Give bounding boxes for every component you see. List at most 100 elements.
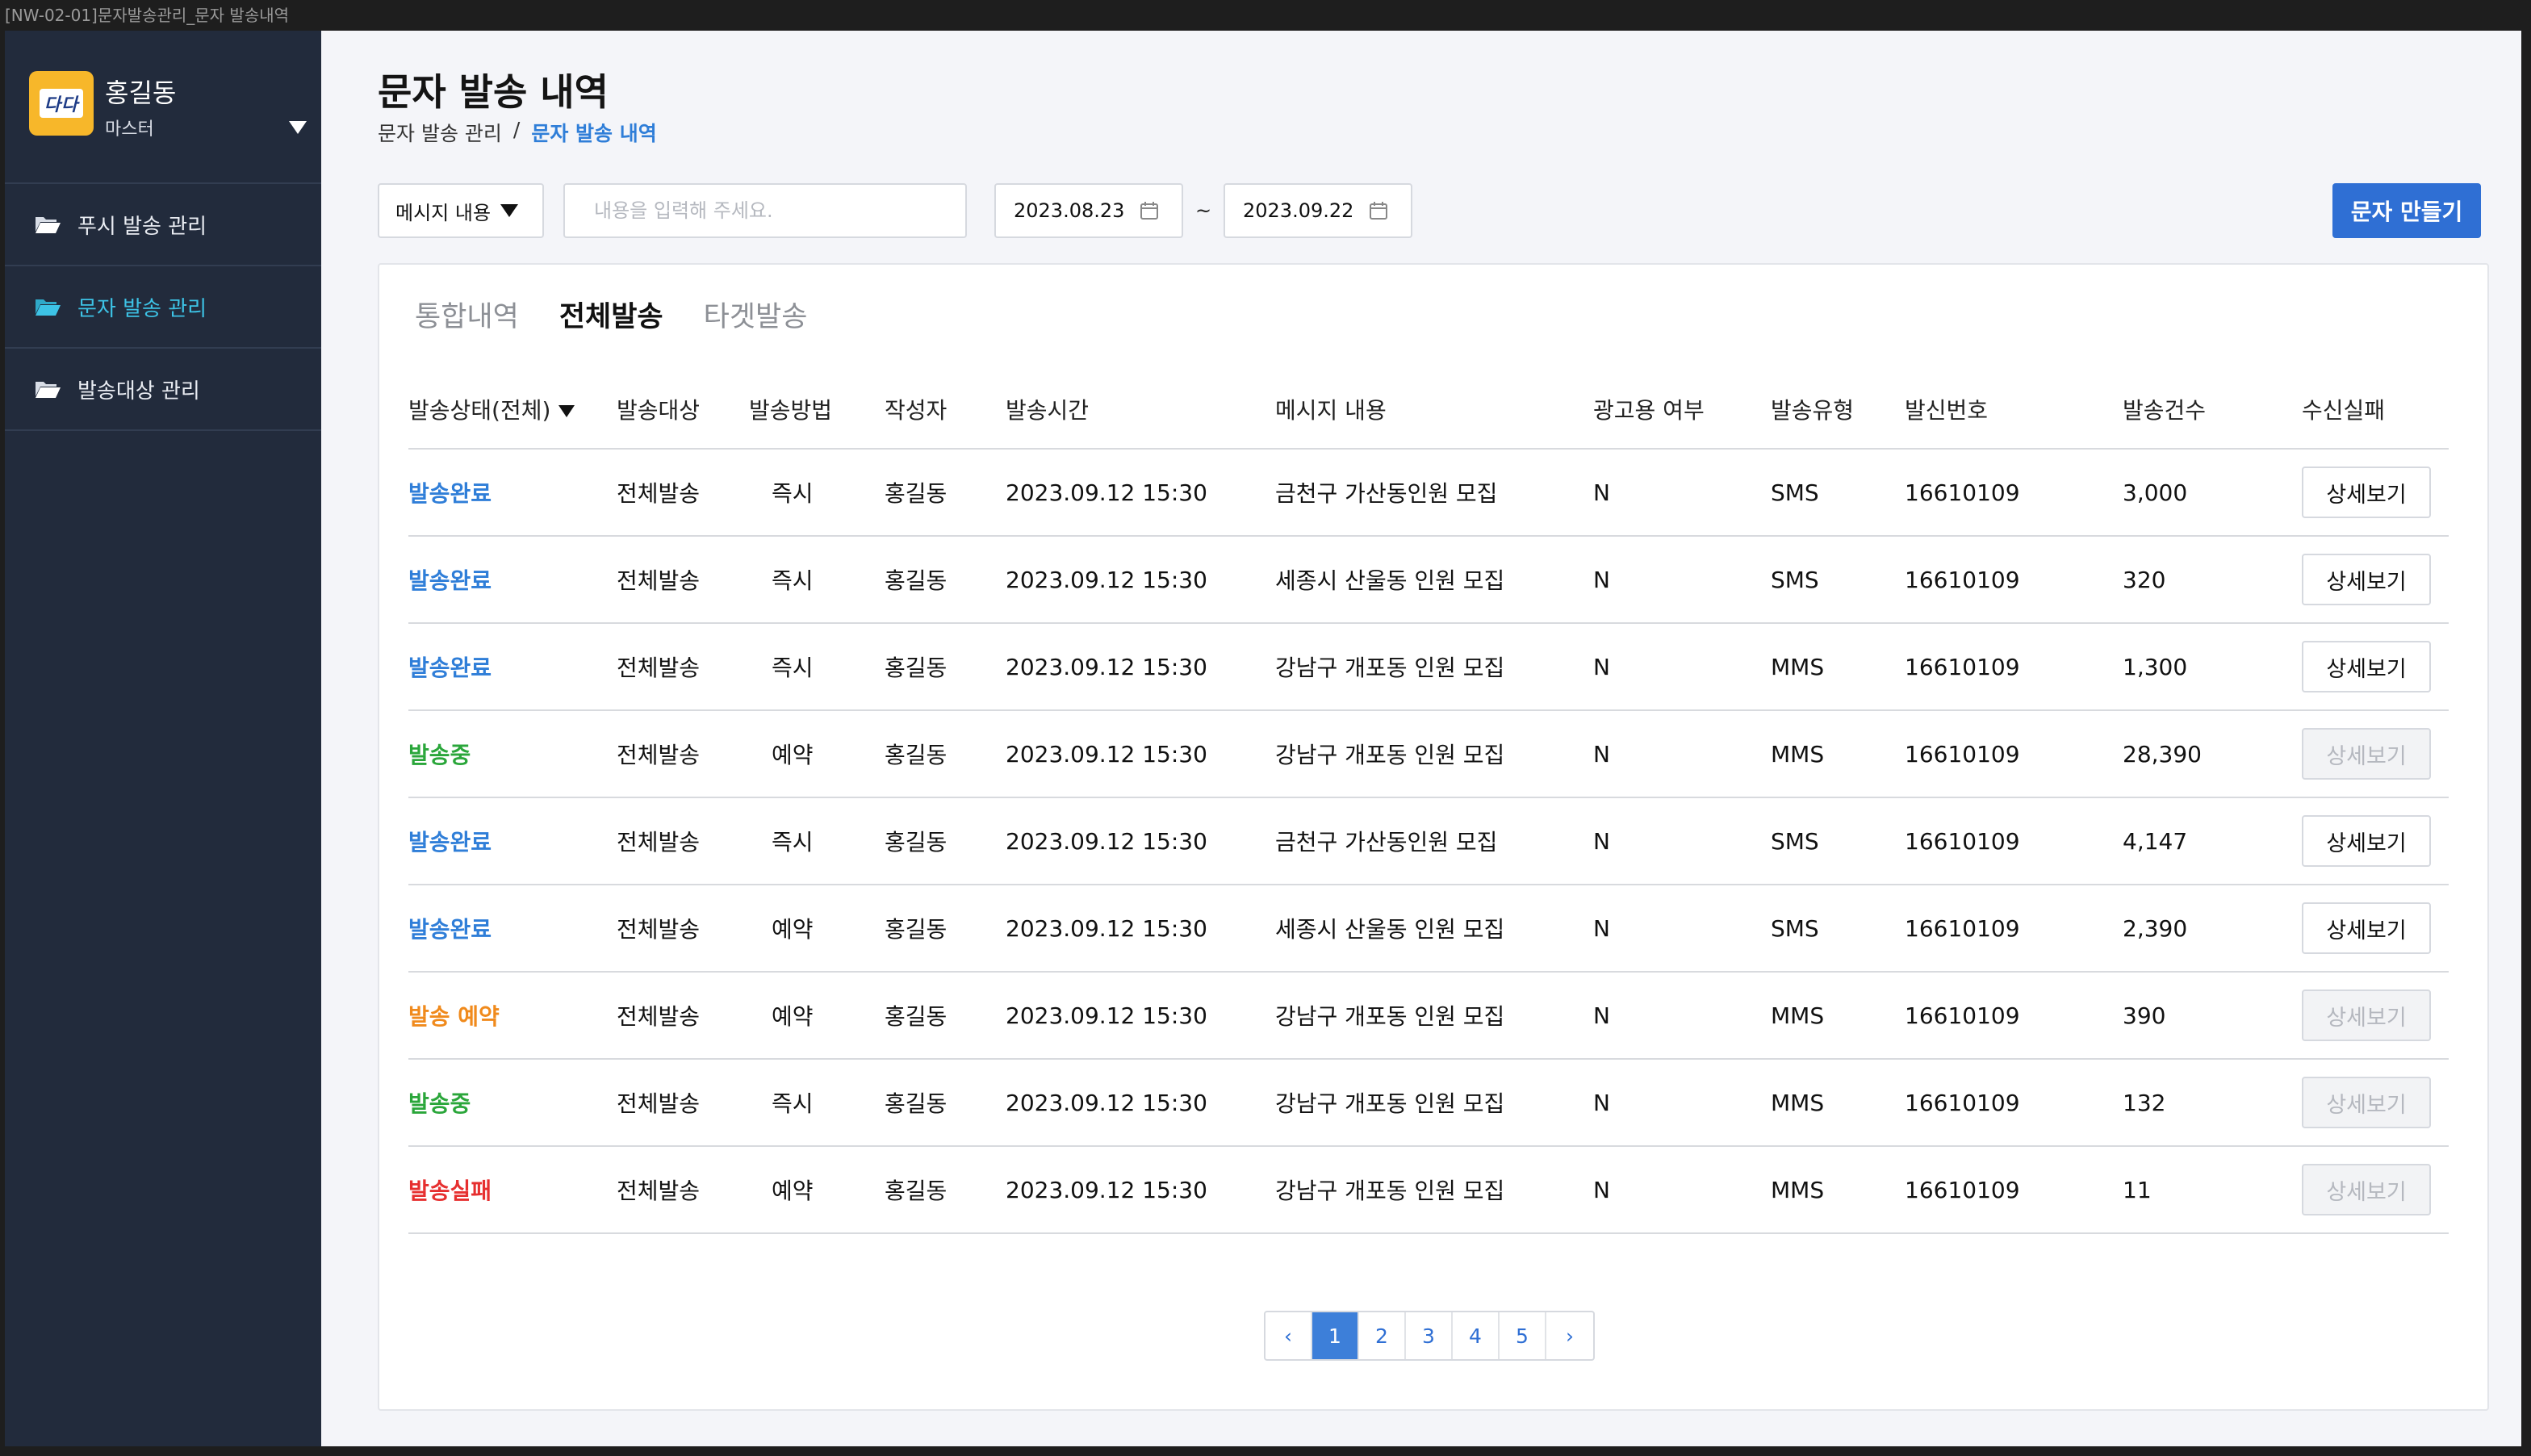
cell-message: 강남구 개포동 인원 모집 [1275, 1059, 1593, 1147]
folder-icon [36, 217, 61, 233]
cell-time: 2023.09.12 15:30 [1006, 449, 1275, 537]
header-message: 메시지 내용 [1275, 370, 1593, 450]
header-sender: 발신번호 [1905, 370, 2123, 450]
detail-button[interactable]: 상세보기 [2302, 467, 2431, 518]
cell-time: 2023.09.12 15:30 [1006, 710, 1275, 798]
detail-button: 상세보기 [2302, 1164, 2431, 1215]
header-method: 발송방법 [749, 370, 885, 450]
search-input[interactable] [563, 183, 967, 238]
select-label: 메시지 내용 [395, 201, 492, 224]
cell-ad: N [1593, 623, 1771, 711]
cell-count: 1,300 [2123, 623, 2302, 711]
cell-time: 2023.09.12 15:30 [1006, 972, 1275, 1060]
cell-status: 발송실패 [408, 1146, 617, 1234]
cell-target: 전체발송 [617, 972, 749, 1060]
page-button-5[interactable]: 5 [1500, 1312, 1546, 1359]
table-row: 발송실패 전체발송 예약 홍길동 2023.09.12 15:30 강남구 개포동 인원 … [408, 1146, 2449, 1234]
cell-author: 홍길동 [885, 1146, 1006, 1234]
cell-detail: 상세보기 [2302, 797, 2449, 885]
breadcrumb-parent[interactable]: 문자 발송 관리 [378, 118, 502, 147]
cell-message: 강남구 개포동 인원 모집 [1275, 710, 1593, 798]
sidebar-item-sms[interactable]: 문자 발송 관리 [5, 266, 321, 349]
page-button-3[interactable]: 3 [1406, 1312, 1453, 1359]
detail-button: 상세보기 [2302, 1077, 2431, 1128]
prev-page-button[interactable]: ‹ [1266, 1312, 1312, 1359]
cell-ad: N [1593, 1146, 1771, 1234]
cell-detail: 상세보기 [2302, 449, 2449, 537]
profile-dropdown-icon[interactable] [289, 121, 307, 134]
cell-time: 2023.09.12 15:30 [1006, 1146, 1275, 1234]
cell-count: 4,147 [2123, 797, 2302, 885]
cell-ad: N [1593, 972, 1771, 1060]
cell-count: 2,390 [2123, 885, 2302, 973]
table-row: 발송완료 전체발송 즉시 홍길동 2023.09.12 15:30 세종시 산울동 인원 … [408, 536, 2449, 624]
search-type-select[interactable]: 메시지 내용 [378, 183, 544, 238]
cell-detail: 상세보기 [2302, 623, 2449, 711]
cell-target: 전체발송 [617, 710, 749, 798]
cell-time: 2023.09.12 15:30 [1006, 885, 1275, 973]
start-date-value: 2023.08.23 [1014, 199, 1125, 222]
cell-count: 320 [2123, 536, 2302, 624]
cell-status: 발송완료 [408, 623, 617, 711]
caret-down-icon [500, 204, 519, 217]
cell-author: 홍길동 [885, 623, 1006, 711]
cell-sender: 16610109 [1905, 1059, 2123, 1147]
table-row: 발송중 전체발송 예약 홍길동 2023.09.12 15:30 강남구 개포동 인원 모… [408, 710, 2449, 798]
cell-sender: 16610109 [1905, 449, 2123, 537]
breadcrumb: 문자 발송 관리 / 문자 발송 내역 [378, 118, 657, 147]
table-row: 발송완료 전체발송 즉시 홍길동 2023.09.12 15:30 금천구 가산동인원 모… [408, 449, 2449, 537]
tab-all-history[interactable]: 통합내역 [415, 294, 519, 335]
cell-status: 발송완료 [408, 449, 617, 537]
detail-button[interactable]: 상세보기 [2302, 554, 2431, 605]
send-history-table: 발송상태(전체) 발송대상 발송방법 작성자 발송시간 메시지 내용 광고용 여… [408, 370, 2449, 1234]
cell-sender: 16610109 [1905, 885, 2123, 973]
detail-button[interactable]: 상세보기 [2302, 815, 2431, 867]
cell-detail: 상세보기 [2302, 710, 2449, 798]
start-date-picker[interactable]: 2023.08.23 [994, 183, 1183, 238]
cell-type: SMS [1771, 536, 1905, 624]
cell-ad: N [1593, 449, 1771, 537]
sidebar-item-push[interactable]: 푸시 발송 관리 [5, 184, 321, 266]
sidebar-item-targets[interactable]: 발송대상 관리 [5, 349, 321, 431]
cell-type: SMS [1771, 449, 1905, 537]
cell-method: 예약 [749, 972, 885, 1060]
cell-status: 발송완료 [408, 885, 617, 973]
cell-sender: 16610109 [1905, 710, 2123, 798]
next-page-button[interactable]: › [1546, 1312, 1593, 1359]
cell-message: 금천구 가산동인원 모집 [1275, 797, 1593, 885]
header-status-filter[interactable]: 발송상태(전체) [408, 370, 617, 450]
create-message-button[interactable]: 문자 만들기 [2332, 183, 2481, 238]
cell-target: 전체발송 [617, 1146, 749, 1234]
cell-count: 390 [2123, 972, 2302, 1060]
detail-button[interactable]: 상세보기 [2302, 902, 2431, 954]
main-content: 문자 발송 내역 문자 발송 관리 / 문자 발송 내역 메시지 내용 2023… [321, 31, 2521, 1446]
end-date-value: 2023.09.22 [1243, 199, 1354, 222]
cell-count: 28,390 [2123, 710, 2302, 798]
header-ad: 광고용 여부 [1593, 370, 1771, 450]
cell-message: 강남구 개포동 인원 모집 [1275, 972, 1593, 1060]
cell-time: 2023.09.12 15:30 [1006, 536, 1275, 624]
tab-targeted[interactable]: 타겟발송 [704, 294, 808, 335]
end-date-picker[interactable]: 2023.09.22 [1224, 183, 1412, 238]
tab-broadcast[interactable]: 전체발송 [559, 294, 663, 335]
pagination: ‹ 1 2 3 4 5 › [1264, 1311, 1595, 1361]
cell-status: 발송완료 [408, 536, 617, 624]
page-button-1[interactable]: 1 [1312, 1312, 1359, 1359]
folder-icon [36, 382, 61, 398]
cell-ad: N [1593, 885, 1771, 973]
cell-author: 홍길동 [885, 710, 1006, 798]
sidebar: 다다 홍길동 마스터 푸시 발송 관리 문자 발송 관리 발송대상 관리 [5, 31, 321, 1446]
table-header-row: 발송상태(전체) 발송대상 발송방법 작성자 발송시간 메시지 내용 광고용 여… [408, 370, 2449, 450]
page-button-4[interactable]: 4 [1453, 1312, 1500, 1359]
cell-target: 전체발송 [617, 1059, 749, 1147]
cell-method: 예약 [749, 885, 885, 973]
cell-time: 2023.09.12 15:30 [1006, 623, 1275, 711]
cell-message: 강남구 개포동 인원 모집 [1275, 623, 1593, 711]
cell-ad: N [1593, 1059, 1771, 1147]
page-button-2[interactable]: 2 [1359, 1312, 1406, 1359]
folder-icon [36, 299, 61, 316]
detail-button[interactable]: 상세보기 [2302, 641, 2431, 692]
profile-section: 다다 홍길동 마스터 [5, 31, 321, 184]
table-row: 발송중 전체발송 즉시 홍길동 2023.09.12 15:30 강남구 개포동 인원 모… [408, 1059, 2449, 1147]
calendar-icon [1370, 202, 1388, 220]
